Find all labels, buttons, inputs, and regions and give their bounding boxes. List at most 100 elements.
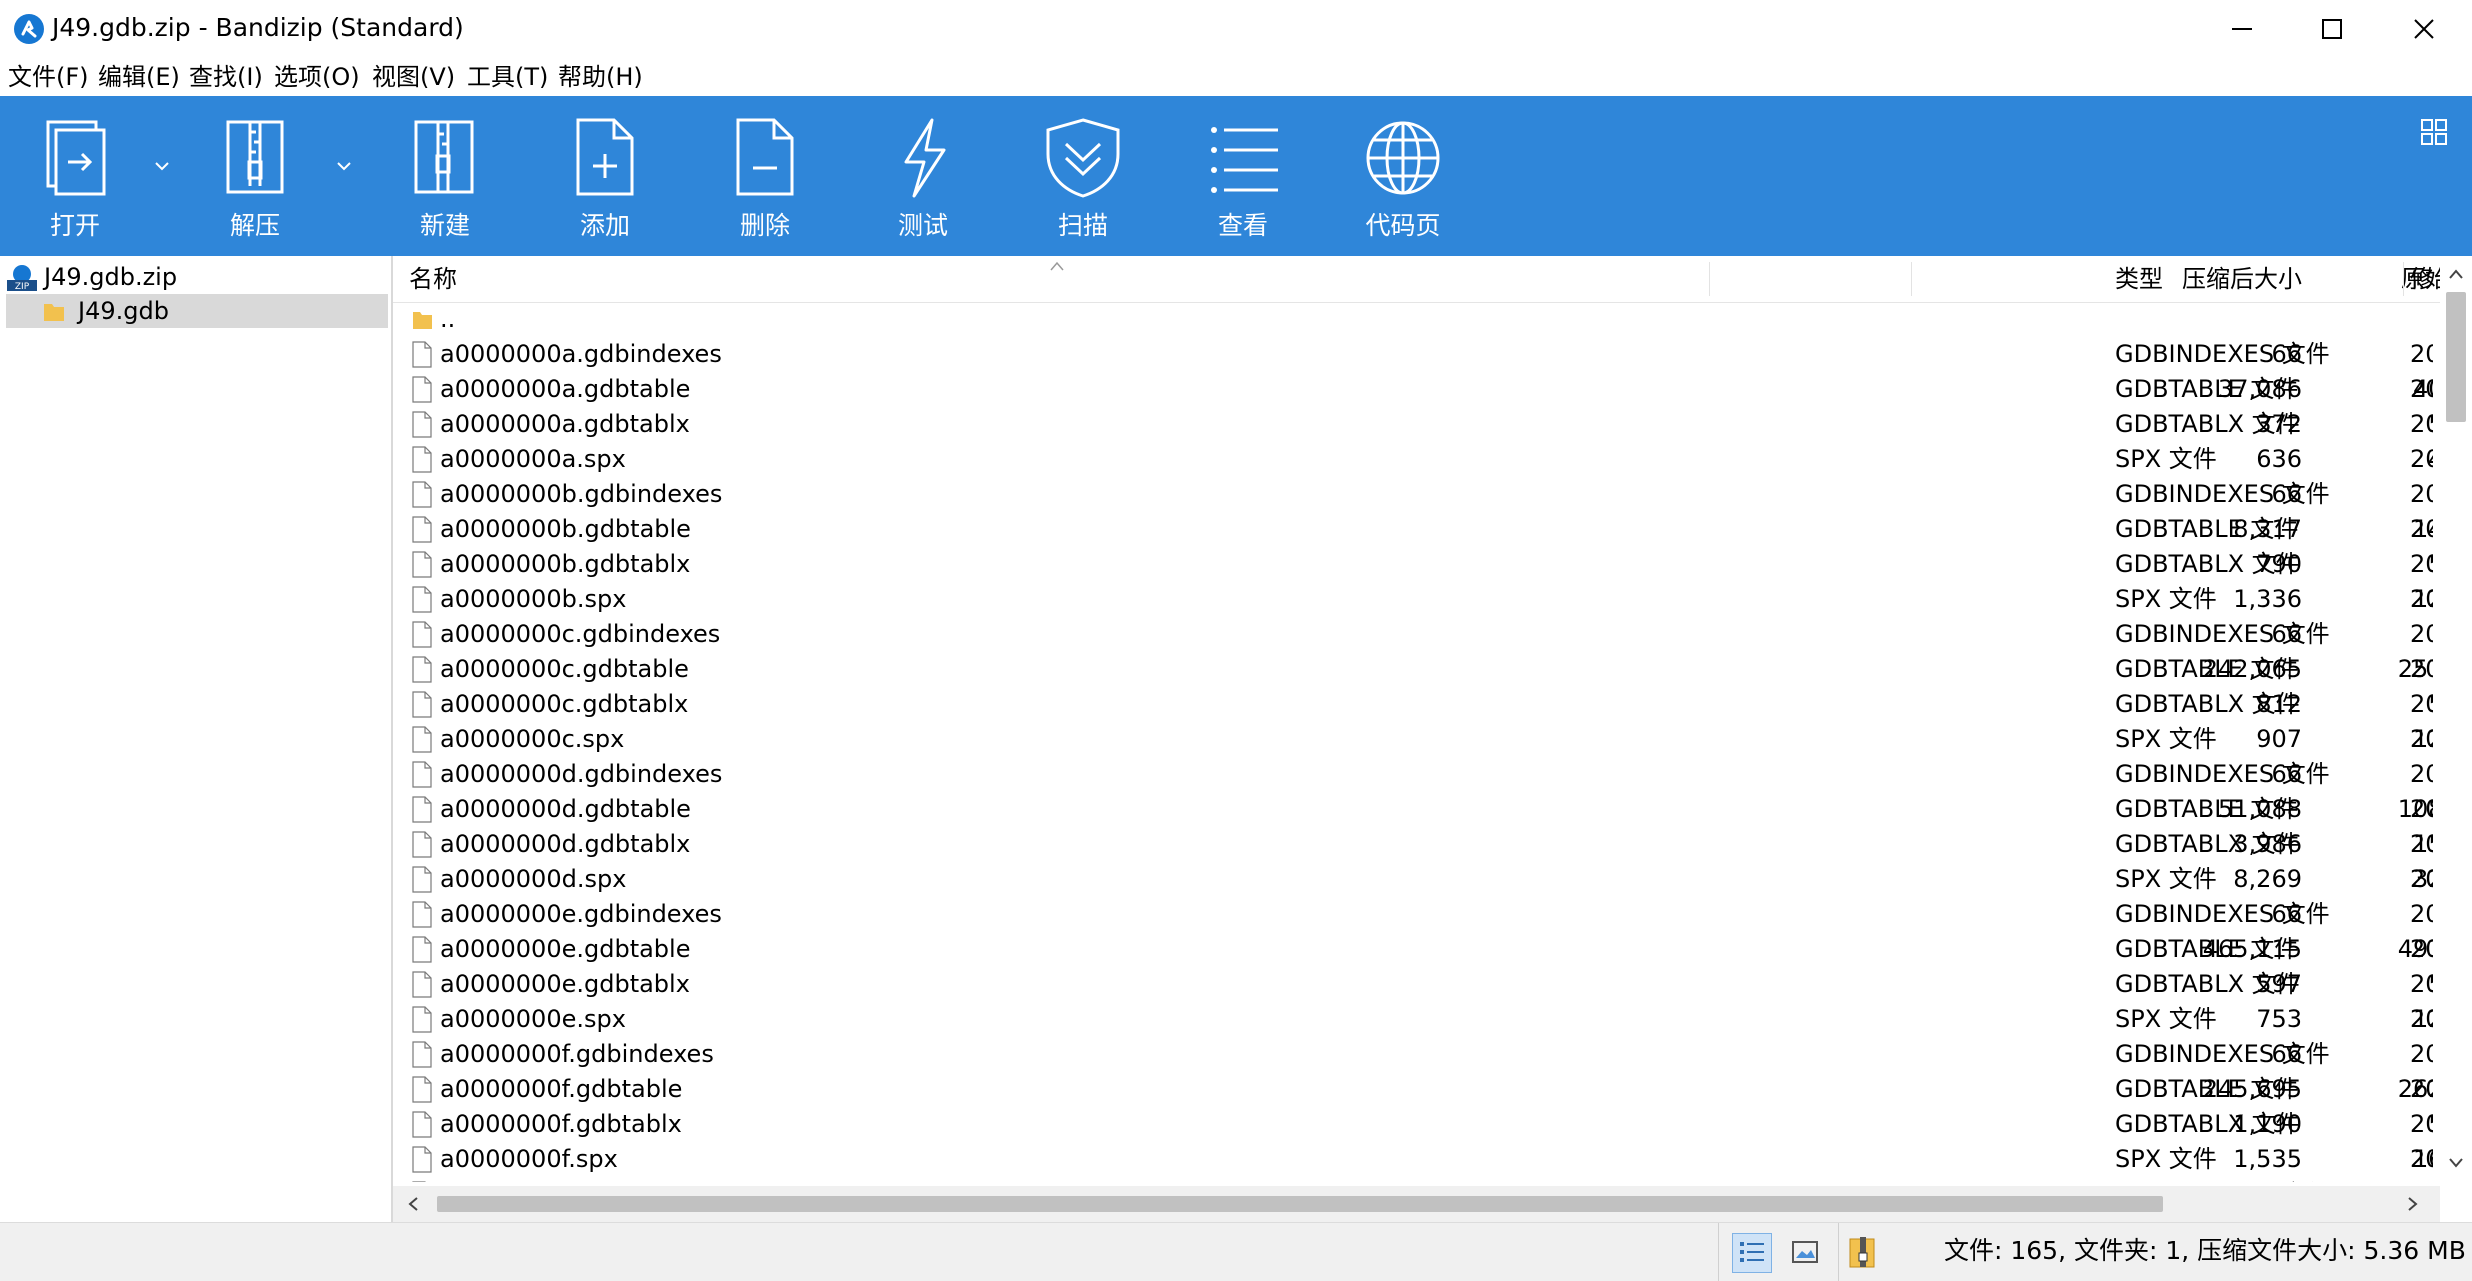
folder-tree: ZIP J49.gdb.zip J49.gdb [0,256,393,1222]
menu-view[interactable]: 视图(V) [372,60,455,94]
modified-date: 20 [2410,655,2433,683]
file-icon-cell [412,586,434,613]
extract-zipper-icon [226,120,284,194]
file-name: a0000000d.gdbindexes [440,760,723,788]
table-row[interactable]: a0000000c.gdbtablx8125,152GDBTABLX 文件20 [393,687,2433,722]
scroll-down-icon[interactable] [2448,1156,2464,1168]
table-row[interactable]: a0000000c.gdbtable242,065257,344GDBTABLE… [393,652,2433,687]
close-button[interactable] [2378,0,2470,58]
file-name: a0000000b.gdbtable [440,515,691,543]
table-row[interactable]: a0000000a.gdbtable37,08640,336GDBTABLE 文… [393,372,2433,407]
table-row[interactable]: a0000000e.spx75312,310SPX 文件20 [393,1002,2433,1037]
scroll-up-icon[interactable] [2448,268,2464,280]
table-row[interactable]: a0000000f.spx1,53516,406SPX 文件20 [393,1142,2433,1177]
modified-date: 20 [2410,1040,2433,1068]
modified-date: 20 [2410,1145,2433,1173]
add-file-icon [576,118,634,196]
modified-date: 20 [2410,1005,2433,1033]
minimize-button[interactable] [2196,0,2288,58]
codepage-button[interactable]: 代码页 [1348,96,1458,256]
file-type: GDBTABLX 文件 [2115,550,2300,578]
file-type: GDBTABLX 文件 [2115,830,2300,858]
table-row[interactable]: a0000000b.spx1,33612,310SPX 文件20 [393,582,2433,617]
table-row[interactable]: a0000000a.gdbtablx3725,152GDBTABLX 文件20 [393,407,2433,442]
horizontal-scrollbar[interactable] [393,1186,2440,1222]
table-row[interactable]: a0000000d.gdbindexes66116GDBINDEXES 文件20 [393,757,2433,792]
scan-button[interactable]: 扫描 [1028,96,1138,256]
modified-date: 20 [2410,375,2433,403]
menu-help[interactable]: 帮助(H) [558,60,643,94]
column-header-modified[interactable]: 修 [2410,256,2434,302]
tree-item-gdb-folder[interactable]: J49.gdb [6,294,388,328]
file-type: GDBTABLE 文件 [2115,655,2299,683]
thumbnail-view-button[interactable] [1786,1233,1824,1271]
vertical-scrollbar-thumb[interactable] [2446,292,2466,422]
table-row[interactable]: a0000000a.spx6364,118SPX 文件20 [393,442,2433,477]
folder-icon-cell [412,306,434,333]
table-row[interactable]: a0000000f.gdbindexes66116GDBINDEXES 文件20 [393,1037,2433,1072]
file-icon-cell [412,1111,434,1138]
add-button[interactable]: 添加 [550,96,660,256]
table-row[interactable]: a0000000b.gdbtable8,31714,944GDBTABLE 文件… [393,512,2433,547]
column-divider[interactable] [2403,262,2404,296]
table-row[interactable]: a0000000f.gdbtable245,695262,187GDBTABLE… [393,1072,2433,1107]
tree-item-archive-root[interactable]: ZIP J49.gdb.zip [6,260,390,294]
table-row[interactable]: a0000000a.gdbindexes66116GDBINDEXES 文件20 [393,337,2433,372]
menu-tools[interactable]: 工具(T) [467,60,548,94]
table-row[interactable]: a00000001.gdbindexes80110GDBINDEXES 文件20 [393,1177,2433,1182]
maximize-button[interactable] [2286,0,2378,58]
modified-date: 20 [2410,935,2433,963]
table-row[interactable]: a0000000d.spx8,26932,790SPX 文件20 [393,862,2433,897]
table-row[interactable]: a0000000e.gdbindexes66116GDBINDEXES 文件20 [393,897,2433,932]
file-icon [412,866,432,893]
menu-edit[interactable]: 编辑(E) [98,60,180,94]
table-row[interactable]: a0000000e.gdbtable465,115493,507GDBTABLE… [393,932,2433,967]
menu-find[interactable]: 查找(I) [189,60,263,94]
modified-date: 20 [2410,830,2433,858]
bandizip-app-icon [14,14,44,44]
new-button[interactable]: 新建 [390,96,500,256]
menu-bar: 文件(F) 编辑(E) 查找(I) 选项(O) 视图(V) 工具(T) 帮助(H… [0,58,2472,96]
details-view-button[interactable] [1732,1233,1772,1273]
column-header-type[interactable]: 类型 [2115,256,2163,302]
table-row[interactable]: a0000000b.gdbindexes66116GDBINDEXES 文件20 [393,477,2433,512]
horizontal-scrollbar-thumb[interactable] [437,1196,2163,1212]
svg-text:ZIP: ZIP [15,282,30,292]
modified-date: 20 [2410,340,2433,368]
table-row[interactable]: a0000000e.gdbtablx5975,152GDBTABLX 文件20 [393,967,2433,1002]
table-row[interactable]: a0000000b.gdbtablx7905,152GDBTABLX 文件20 [393,547,2433,582]
menu-file[interactable]: 文件(F) [8,60,89,94]
vertical-scrollbar[interactable] [2440,256,2472,1186]
codepage-label: 代码页 [1365,211,1441,240]
file-type: GDBTABLE 文件 [2115,515,2299,543]
extract-dropdown-arrow[interactable] [334,156,354,180]
file-icon [412,726,432,753]
list-item-parent-folder[interactable]: .. [393,302,2433,337]
table-row[interactable]: a0000000d.gdbtablx3,98615,392GDBTABLX 文件… [393,827,2433,862]
test-button[interactable]: 测试 [868,96,978,256]
layout-grid-icon[interactable] [2420,118,2448,146]
table-row[interactable]: a0000000c.gdbindexes66116GDBINDEXES 文件20 [393,617,2433,652]
view-button[interactable]: 查看 [1188,96,1298,256]
column-header-name[interactable]: 名称 [409,256,457,302]
menu-options[interactable]: 选项(O) [274,60,360,94]
column-header-original[interactable]: 原始大小 [1993,256,2472,302]
column-divider[interactable] [1911,262,1912,296]
file-icon [412,481,432,508]
extract-button[interactable]: 解压 [200,96,310,256]
chevron-down-icon [155,162,169,171]
file-type: GDBINDEXES 文件 [2115,900,2330,928]
file-name: a0000000d.gdbtable [440,795,691,823]
column-divider[interactable] [1709,262,1710,296]
scroll-right-icon[interactable] [2407,1196,2419,1212]
delete-button[interactable]: 删除 [710,96,820,256]
scroll-left-icon[interactable] [407,1196,419,1212]
file-list: 名称 压缩后大小 原始大小 类型 修 .. a0000000a.gdbindexe… [393,256,2472,1186]
table-row[interactable]: a0000000d.gdbtable51,088108,530GDBTABLE … [393,792,2433,827]
open-dropdown-arrow[interactable] [152,156,172,180]
file-type: GDBINDEXES 文件 [2115,1040,2330,1068]
scan-label: 扫描 [1057,211,1108,240]
open-button[interactable]: 打开 [20,96,130,256]
table-row[interactable]: a0000000f.gdbtablx1,1905,152GDBTABLX 文件2… [393,1107,2433,1142]
table-row[interactable]: a0000000c.spx90712,310SPX 文件20 [393,722,2433,757]
